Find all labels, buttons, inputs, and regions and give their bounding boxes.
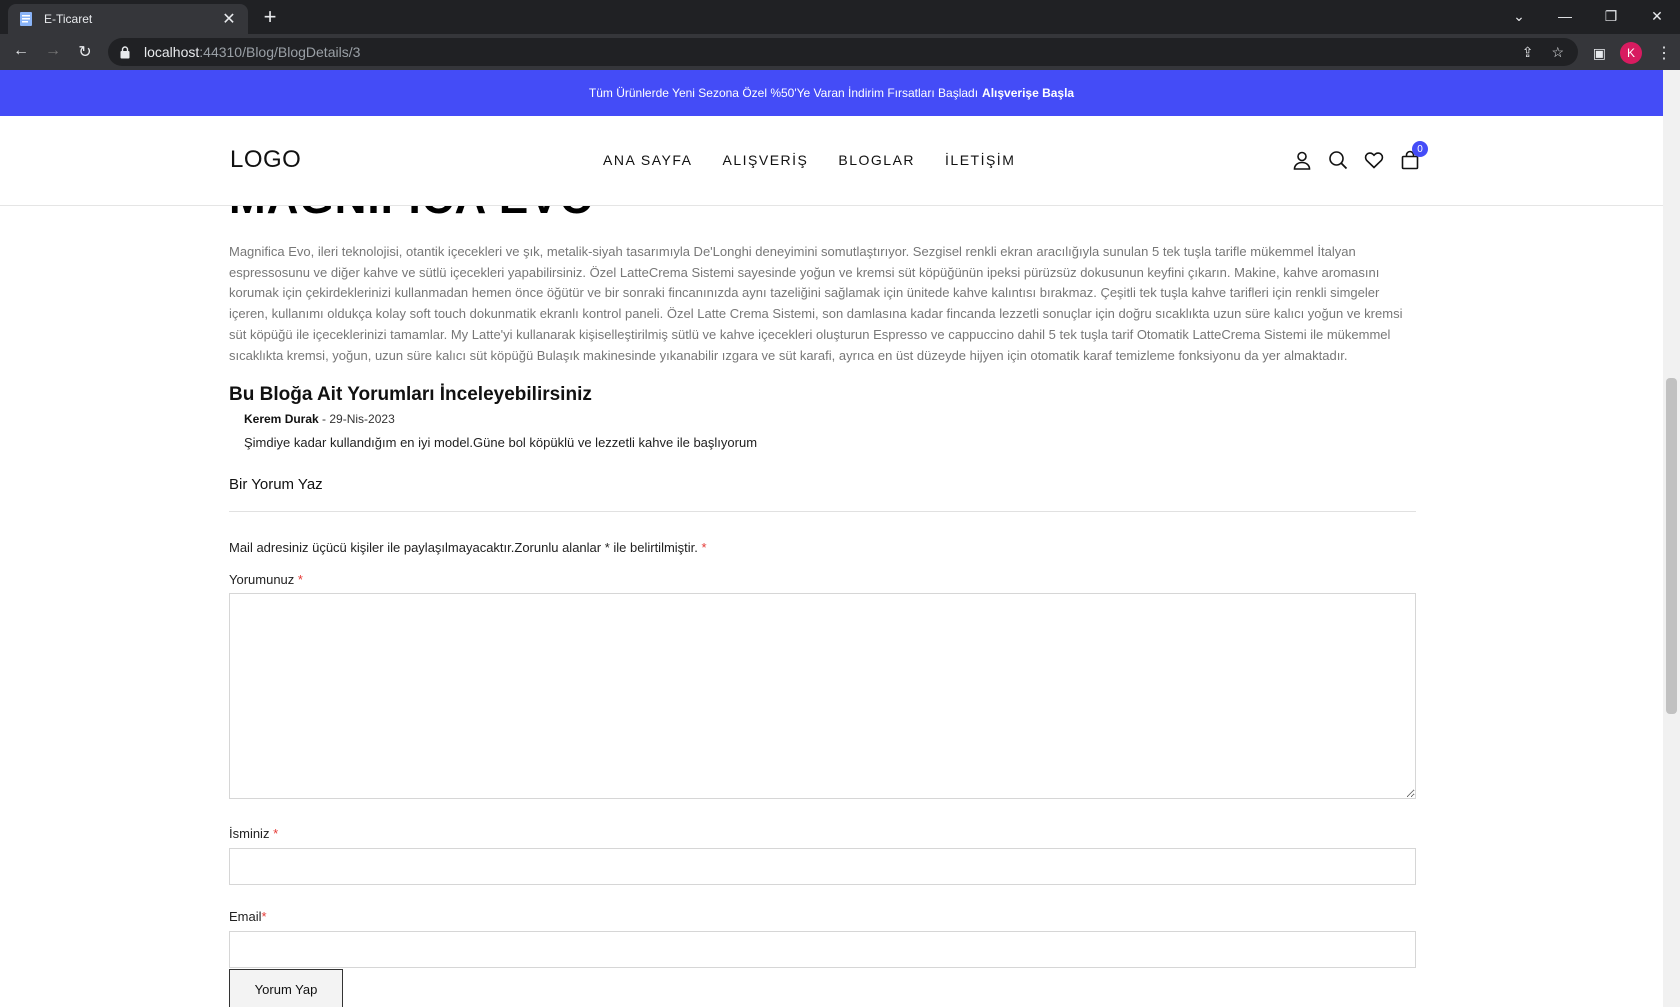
nav-item-shop[interactable]: ALIŞVERİŞ	[723, 152, 809, 168]
cart-icon[interactable]: 0	[1400, 141, 1428, 170]
search-icon[interactable]	[1328, 150, 1348, 170]
omnibox-actions: ⇪ ☆	[1522, 44, 1564, 61]
required-mark: *	[261, 909, 267, 924]
bookmark-star-icon[interactable]: ☆	[1551, 44, 1564, 61]
browser-tab-bar: E-Ticaret ✕ + ⌄ — ❐ ✕	[0, 0, 1680, 34]
user-icon[interactable]	[1292, 150, 1312, 170]
nav-item-blogs[interactable]: BLOGLAR	[838, 152, 915, 168]
heart-icon[interactable]	[1364, 150, 1384, 170]
close-icon[interactable]: ✕	[220, 9, 238, 29]
nav-item-contact[interactable]: İLETİŞİM	[945, 152, 1015, 168]
nav-item-home[interactable]: ANA SAYFA	[603, 152, 693, 168]
form-note: Mail adresiniz üçücü kişiler ile paylaşı…	[229, 540, 707, 555]
lock-icon	[120, 45, 134, 59]
comment-label-text: Yorumunuz	[229, 572, 295, 587]
new-tab-icon[interactable]: +	[258, 6, 282, 28]
cart-count-badge: 0	[1412, 141, 1428, 157]
web-page: Tüm Ürünlerde Yeni Sezona Özel %50'Ye Va…	[0, 70, 1663, 1007]
tab-search-icon[interactable]: ⌄	[1496, 8, 1542, 25]
required-mark: *	[297, 572, 303, 587]
address-bar: ← → ↻ localhost:44310/Blog/BlogDetails/3…	[0, 34, 1680, 70]
browser-tab[interactable]: E-Ticaret ✕	[8, 4, 248, 34]
email-input[interactable]	[229, 931, 1416, 968]
comment-textarea[interactable]	[229, 593, 1416, 799]
name-label-text: İsminiz	[229, 826, 270, 841]
side-panel-icon[interactable]: ▣	[1593, 45, 1606, 62]
url-input[interactable]: localhost:44310/Blog/BlogDetails/3 ⇪ ☆	[108, 38, 1578, 66]
reload-icon[interactable]: ↻	[74, 42, 96, 62]
window-controls: ⌄ — ❐ ✕	[1496, 0, 1680, 32]
promo-cta-link[interactable]: Alışverişe Başla	[982, 86, 1074, 100]
divider	[229, 511, 1416, 512]
forward-icon[interactable]: →	[42, 42, 64, 62]
profile-avatar[interactable]: K	[1620, 42, 1642, 64]
close-window-icon[interactable]: ✕	[1634, 8, 1680, 25]
comment-date: - 29-Nis-2023	[322, 412, 395, 426]
required-mark: *	[701, 540, 707, 555]
form-note-text: Mail adresiniz üçücü kişiler ile paylaşı…	[229, 540, 698, 555]
site-logo[interactable]: LOGO	[230, 146, 301, 174]
scrollbar-thumb[interactable]	[1666, 378, 1677, 714]
minimize-icon[interactable]: —	[1542, 8, 1588, 24]
name-label: İsminiz *	[229, 826, 278, 841]
page-scrollbar[interactable]	[1663, 70, 1680, 1007]
toolbar-actions: ▣ K ⋮	[1593, 42, 1672, 64]
restore-icon[interactable]: ❐	[1588, 8, 1634, 25]
page-icon	[18, 11, 34, 27]
name-input[interactable]	[229, 848, 1416, 885]
site-header: LOGO ANA SAYFA ALIŞVERİŞ BLOGLAR İLETİŞİ…	[0, 116, 1663, 206]
promo-text: Tüm Ürünlerde Yeni Sezona Özel %50'Ye Va…	[588, 86, 979, 100]
url-host: localhost	[144, 44, 200, 60]
blog-body: Magnifica Evo, ileri teknolojisi, otanti…	[229, 244, 1403, 363]
menu-icon[interactable]: ⋮	[1656, 43, 1672, 63]
share-icon[interactable]: ⇪	[1522, 44, 1534, 61]
required-mark: *	[273, 826, 279, 841]
email-label-text: Email	[229, 909, 262, 924]
promo-banner: Tüm Ürünlerde Yeni Sezona Özel %50'Ye Va…	[0, 70, 1663, 116]
back-icon[interactable]: ←	[10, 42, 32, 62]
comment-meta: Kerem Durak - 29-Nis-2023	[244, 412, 395, 426]
comment-label: Yorumunuz *	[229, 572, 303, 587]
tab-title: E-Ticaret	[44, 12, 93, 26]
comment-author: Kerem Durak	[244, 412, 319, 426]
comments-title: Bu Bloğa Ait Yorumları İnceleyebilirsini…	[229, 384, 592, 405]
write-comment-title: Bir Yorum Yaz	[229, 476, 323, 493]
url-path: :44310/Blog/BlogDetails/3	[199, 44, 361, 60]
main-nav: ANA SAYFA ALIŞVERİŞ BLOGLAR İLETİŞİM	[603, 152, 1015, 168]
header-icons: 0	[1292, 141, 1428, 170]
submit-comment-button[interactable]: Yorum Yap	[229, 969, 343, 1007]
email-label: Email*	[229, 909, 267, 924]
comment-text: Şimdiye kadar kullandığım en iyi model.G…	[244, 435, 758, 450]
